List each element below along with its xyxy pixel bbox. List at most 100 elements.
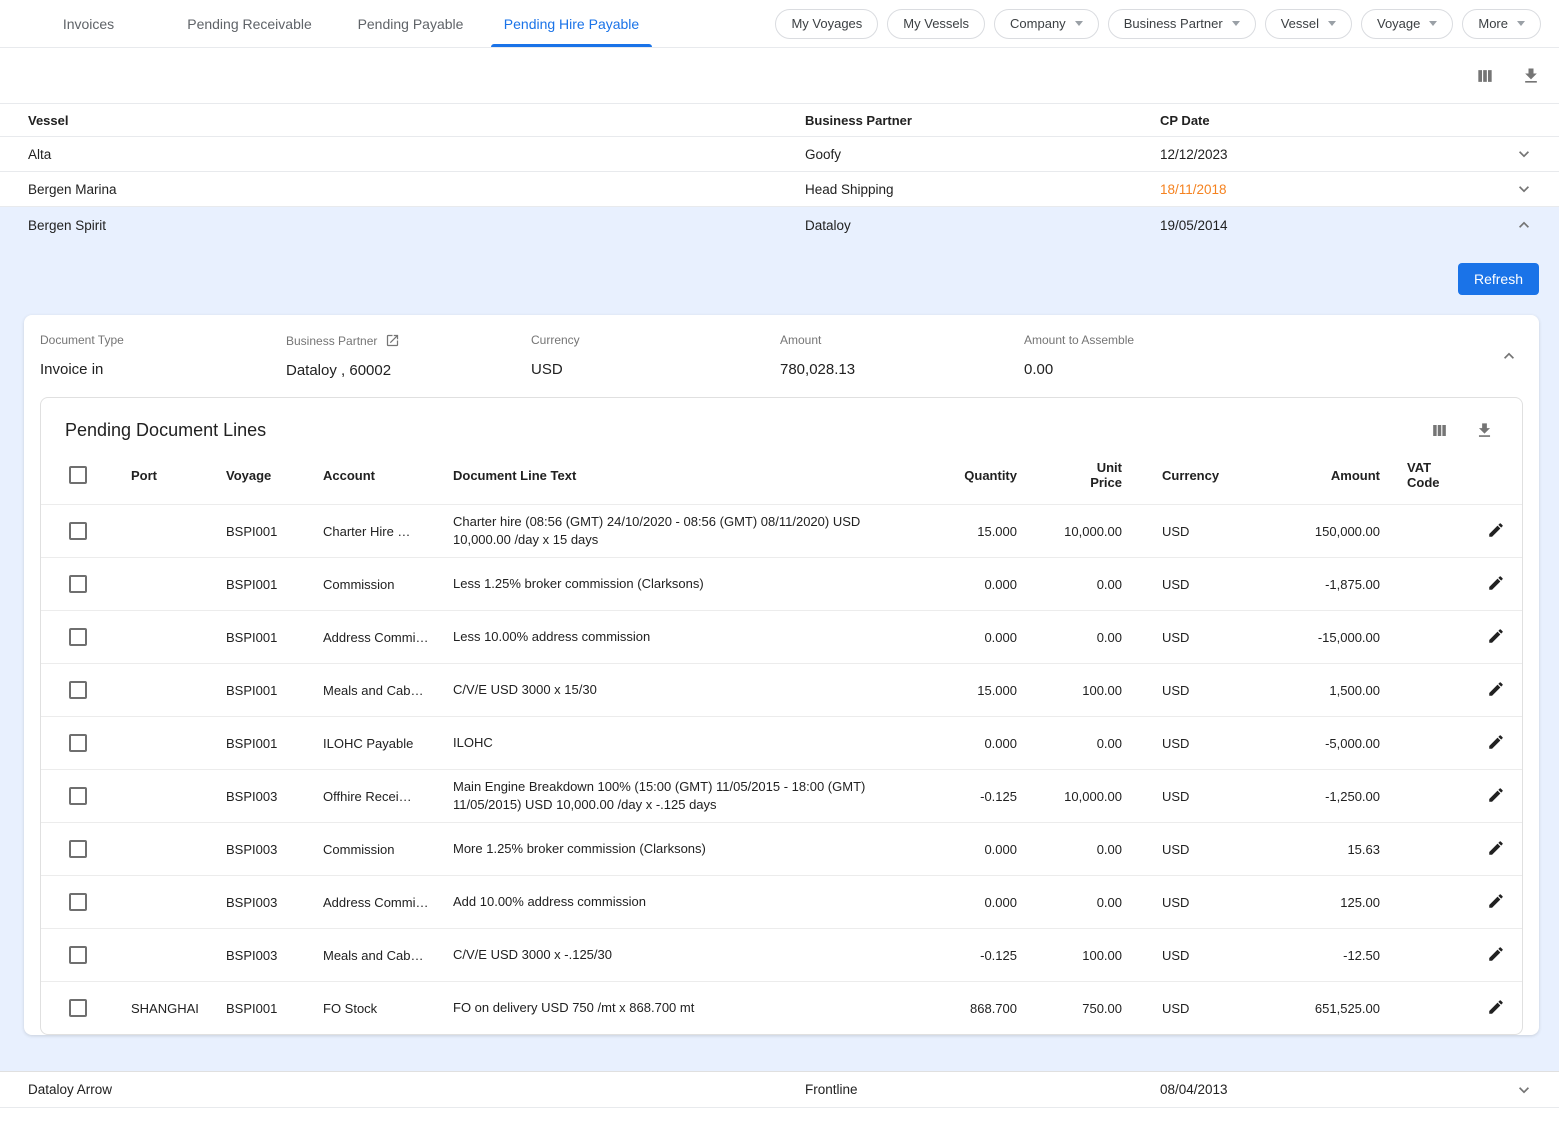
document-line-text-cell: ILOHC bbox=[453, 726, 925, 760]
document-line-text-cell: More 1.25% broker commission (Clarksons) bbox=[453, 832, 925, 866]
voyage-cell: BSPI001 bbox=[226, 524, 323, 539]
filter-chip[interactable]: My Vessels bbox=[887, 9, 985, 39]
edit-icon[interactable] bbox=[1485, 519, 1507, 544]
tab[interactable]: Pending Payable bbox=[330, 0, 491, 47]
quantity-cell: 0.000 bbox=[925, 736, 1017, 751]
open-in-new-icon[interactable] bbox=[385, 333, 400, 348]
edit-icon[interactable] bbox=[1485, 731, 1507, 756]
document-line-row[interactable]: BSPI003 Commission More 1.25% broker com… bbox=[41, 822, 1522, 875]
tab[interactable]: Pending Hire Payable bbox=[491, 0, 652, 47]
amount-cell: -5,000.00 bbox=[1240, 736, 1380, 751]
tab[interactable]: Invoices bbox=[8, 0, 169, 47]
voyage-cell: BSPI001 bbox=[226, 1001, 323, 1016]
business-partner: Head Shipping bbox=[777, 182, 1132, 197]
document-line-row[interactable]: BSPI001 Address Commi… Less 10.00% addre… bbox=[41, 610, 1522, 663]
cp-date: 08/04/2013 bbox=[1132, 1082, 1489, 1097]
chevron-down-icon[interactable] bbox=[1489, 1080, 1559, 1100]
edit-icon[interactable] bbox=[1485, 784, 1507, 809]
unit-price-cell: 0.00 bbox=[1017, 895, 1122, 910]
row-checkbox[interactable] bbox=[69, 628, 87, 646]
amount-label: Amount bbox=[780, 333, 1024, 347]
edit-icon[interactable] bbox=[1485, 943, 1507, 968]
vessel-name: Bergen Spirit bbox=[0, 218, 777, 233]
amount-cell: -1,250.00 bbox=[1240, 789, 1380, 804]
tab[interactable]: Pending Receivable bbox=[169, 0, 330, 47]
col-quantity: Quantity bbox=[925, 468, 1017, 483]
chevron-up-icon[interactable] bbox=[1489, 215, 1559, 235]
filter-chip-label: Business Partner bbox=[1124, 16, 1223, 31]
filter-chip[interactable]: Business Partner bbox=[1108, 9, 1256, 39]
vessel-row-dataloy-arrow[interactable]: Dataloy Arrow Frontline 08/04/2013 bbox=[0, 1071, 1559, 1108]
voyage-cell: BSPI003 bbox=[226, 842, 323, 857]
document-line-row[interactable]: BSPI001 Meals and Cab… C/V/E USD 3000 x … bbox=[41, 663, 1522, 716]
columns-icon[interactable] bbox=[1428, 419, 1451, 442]
tab-label: Pending Payable bbox=[358, 16, 464, 32]
select-all-checkbox[interactable] bbox=[69, 466, 87, 484]
currency-cell: USD bbox=[1122, 948, 1240, 963]
row-checkbox[interactable] bbox=[69, 999, 87, 1017]
document-line-row[interactable]: BSPI001 Commission Less 1.25% broker com… bbox=[41, 557, 1522, 610]
vessel-row-alta[interactable]: Alta Goofy 12/12/2023 bbox=[0, 137, 1559, 172]
edit-icon[interactable] bbox=[1485, 996, 1507, 1021]
edit-icon[interactable] bbox=[1485, 678, 1507, 703]
row-checkbox[interactable] bbox=[69, 787, 87, 805]
filter-chip-label: More bbox=[1478, 16, 1508, 31]
chevron-down-icon[interactable] bbox=[1489, 144, 1559, 164]
download-icon[interactable] bbox=[1473, 419, 1496, 442]
vessel-name: Dataloy Arrow bbox=[0, 1082, 777, 1097]
currency-cell: USD bbox=[1122, 630, 1240, 645]
download-icon[interactable] bbox=[1519, 64, 1543, 88]
row-checkbox[interactable] bbox=[69, 681, 87, 699]
filter-chip[interactable]: Company bbox=[994, 9, 1099, 39]
row-checkbox[interactable] bbox=[69, 734, 87, 752]
filter-chip[interactable]: Vessel bbox=[1265, 9, 1352, 39]
filter-chip[interactable]: Voyage bbox=[1361, 9, 1453, 39]
currency-cell: USD bbox=[1122, 524, 1240, 539]
cp-date-overdue: 18/11/2018 bbox=[1132, 182, 1489, 197]
quantity-cell: -0.125 bbox=[925, 948, 1017, 963]
document-line-row[interactable]: BSPI001 Charter Hire … Charter hire (08:… bbox=[41, 504, 1522, 557]
vessel-row-bergen-marina[interactable]: Bergen Marina Head Shipping 18/11/2018 bbox=[0, 172, 1559, 207]
quantity-cell: 0.000 bbox=[925, 630, 1017, 645]
row-checkbox[interactable] bbox=[69, 575, 87, 593]
tab-label: Pending Hire Payable bbox=[504, 16, 639, 32]
document-line-row[interactable]: BSPI001 ILOHC Payable ILOHC 0.000 0.00 U… bbox=[41, 716, 1522, 769]
amount-cell: 125.00 bbox=[1240, 895, 1380, 910]
chevron-up-icon[interactable] bbox=[1487, 346, 1531, 366]
edit-icon[interactable] bbox=[1485, 625, 1507, 650]
row-checkbox[interactable] bbox=[69, 946, 87, 964]
columns-icon[interactable] bbox=[1473, 64, 1497, 88]
filter-chip-label: Vessel bbox=[1281, 16, 1319, 31]
document-type-value: Invoice in bbox=[40, 361, 286, 378]
filter-chip[interactable]: My Voyages bbox=[775, 9, 878, 39]
refresh-button[interactable]: Refresh bbox=[1458, 263, 1539, 295]
currency-cell: USD bbox=[1122, 789, 1240, 804]
row-checkbox[interactable] bbox=[69, 840, 87, 858]
expanded-section: Bergen Spirit Dataloy 19/05/2014 Refresh… bbox=[0, 207, 1559, 1071]
account-cell: Meals and Cab… bbox=[323, 683, 453, 698]
document-line-row[interactable]: BSPI003 Address Commi… Add 10.00% addres… bbox=[41, 875, 1522, 928]
quantity-cell: -0.125 bbox=[925, 789, 1017, 804]
amount-cell: 15.63 bbox=[1240, 842, 1380, 857]
field-amount: Amount 780,028.13 bbox=[780, 333, 1024, 378]
tab-label: Pending Receivable bbox=[187, 16, 312, 32]
document-line-text-cell: Less 10.00% address commission bbox=[453, 620, 925, 654]
currency-cell: USD bbox=[1122, 1001, 1240, 1016]
filter-chip-label: My Voyages bbox=[791, 16, 862, 31]
voyage-cell: BSPI001 bbox=[226, 683, 323, 698]
document-line-row[interactable]: BSPI003 Meals and Cab… C/V/E USD 3000 x … bbox=[41, 928, 1522, 981]
row-checkbox[interactable] bbox=[69, 893, 87, 911]
vessel-row-bergen-spirit[interactable]: Bergen Spirit Dataloy 19/05/2014 bbox=[0, 207, 1559, 243]
edit-icon[interactable] bbox=[1485, 837, 1507, 862]
filter-chip[interactable]: More bbox=[1462, 9, 1541, 39]
voyage-cell: BSPI003 bbox=[226, 948, 323, 963]
account-cell: Charter Hire … bbox=[323, 524, 453, 539]
voyage-cell: BSPI003 bbox=[226, 789, 323, 804]
edit-icon[interactable] bbox=[1485, 572, 1507, 597]
document-line-row[interactable]: BSPI003 Offhire Recei… Main Engine Break… bbox=[41, 769, 1522, 822]
chevron-down-icon[interactable] bbox=[1489, 179, 1559, 199]
document-line-row[interactable]: SHANGHAI BSPI001 FO Stock FO on delivery… bbox=[41, 981, 1522, 1034]
row-checkbox[interactable] bbox=[69, 522, 87, 540]
unit-price-cell: 0.00 bbox=[1017, 577, 1122, 592]
edit-icon[interactable] bbox=[1485, 890, 1507, 915]
